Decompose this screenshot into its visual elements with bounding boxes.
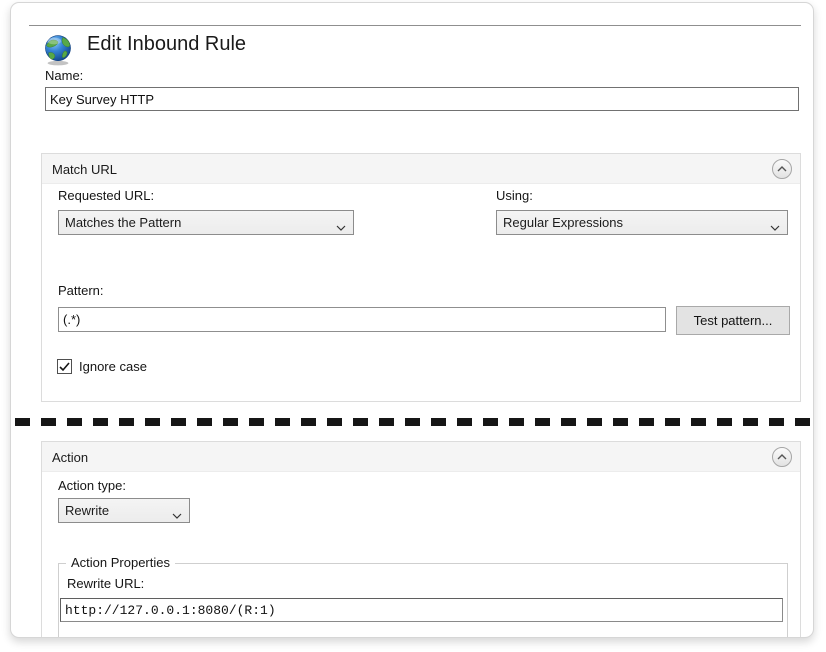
edit-inbound-rule-dialog: Edit Inbound Rule Name: Match URL Reques… (10, 2, 814, 638)
pattern-input[interactable] (58, 307, 666, 332)
rewrite-url-input[interactable] (60, 598, 783, 622)
test-pattern-button[interactable]: Test pattern... (676, 306, 790, 335)
match-url-section: Match URL Requested URL: Matches the Pat… (41, 153, 801, 402)
action-type-label: Action type: (58, 478, 126, 493)
pattern-label: Pattern: (58, 283, 104, 298)
requested-url-select[interactable]: Matches the Pattern (58, 210, 354, 235)
using-select[interactable]: Regular Expressions (496, 210, 788, 235)
screenshot-cut-divider (15, 418, 811, 426)
page-title: Edit Inbound Rule (87, 33, 246, 56)
requested-url-selected-value: Matches the Pattern (65, 215, 181, 230)
ignore-case-checkbox[interactable] (57, 359, 72, 374)
match-url-header: Match URL (42, 154, 800, 184)
requested-url-label: Requested URL: (58, 188, 154, 203)
action-header: Action (42, 442, 800, 472)
action-title: Action (52, 450, 88, 465)
chevron-down-icon (770, 219, 780, 234)
chevron-down-icon (336, 219, 346, 234)
ignore-case-row: Ignore case (57, 359, 147, 374)
action-properties-fieldset: Action Properties Rewrite URL: (58, 563, 788, 638)
match-url-title: Match URL (52, 162, 117, 177)
name-label: Name: (45, 68, 83, 83)
name-input[interactable] (45, 87, 799, 111)
action-section: Action Action type: Rewrite Action Prope… (41, 441, 801, 638)
globe-icon (43, 34, 73, 66)
chevron-up-icon (777, 454, 787, 460)
checkmark-icon (59, 362, 70, 372)
using-selected-value: Regular Expressions (503, 215, 623, 230)
action-type-select[interactable]: Rewrite (58, 498, 190, 523)
ignore-case-label: Ignore case (79, 359, 147, 374)
using-label: Using: (496, 188, 533, 203)
chevron-up-icon (777, 166, 787, 172)
action-collapse-button[interactable] (772, 447, 792, 467)
match-url-collapse-button[interactable] (772, 159, 792, 179)
chevron-down-icon (172, 507, 182, 522)
action-properties-legend: Action Properties (66, 555, 175, 570)
rewrite-url-label: Rewrite URL: (67, 576, 144, 591)
action-type-selected-value: Rewrite (65, 503, 109, 518)
top-divider (29, 25, 801, 26)
